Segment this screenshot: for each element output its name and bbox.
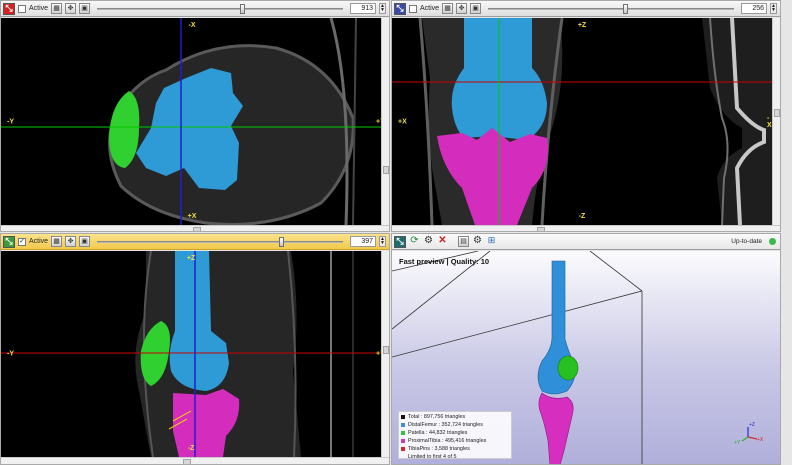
sagittal-view-pane: ⤡ ✓ Active ▦ ✥ ▣ 397 ▲▼ +Z -Z -Y +Y [0, 233, 390, 465]
active-checkbox[interactable]: ✓ [18, 237, 26, 246]
slice-number-input[interactable]: 397 [350, 236, 376, 247]
axis-label-top: +Z [186, 255, 196, 262]
render-settings-icon[interactable]: ⚙ [472, 236, 483, 247]
horizontal-scrollbar[interactable] [392, 225, 780, 231]
mesh-icon[interactable]: ⊞ [486, 236, 497, 247]
slice-spinner[interactable]: ▲ ▼ [379, 236, 386, 247]
slice-slider-thumb[interactable] [239, 3, 245, 14]
preview-title: Fast preview | Quality: 10 [399, 257, 489, 266]
sagittal-toolbar: ⤡ ✓ Active ▦ ✥ ▣ 397 ▲ ▼ [1, 234, 389, 250]
active-label: Active [29, 5, 49, 12]
axial-view-pane: ⤡ Active ▦ ✥ ▣ 913 ▲▼ -X +X -Y +Y [0, 0, 390, 232]
orientation-axes-icon: +Z +X +Y [734, 422, 764, 446]
legend-swatch [401, 423, 405, 427]
snapshot-icon[interactable]: ▤ [458, 236, 469, 247]
vertical-scrollbar[interactable] [381, 251, 389, 457]
axis-label-bottom: -Z [187, 445, 195, 452]
legend-item-total: Total : 897,756 triangles [401, 413, 509, 421]
axis-label-bottom: -Z [578, 213, 586, 220]
scroll-thumb[interactable] [383, 346, 389, 354]
legend-swatch [401, 439, 405, 443]
axis-label-left: +X [398, 118, 407, 126]
horizontal-scrollbar[interactable] [1, 225, 389, 231]
coronal-toolbar: ⤡ Active ▦ ✥ ▣ 256 ▲ ▼ [392, 1, 780, 17]
axis-label-top: +Z [577, 22, 587, 29]
crosshair-toggle-icon[interactable]: ✥ [456, 3, 468, 14]
legend-item-distal-femur: DistalFemur : 352,724 triangles [401, 421, 509, 429]
slice-slider[interactable] [97, 3, 343, 14]
vertical-scrollbar[interactable] [772, 18, 780, 225]
axial-image-viewport[interactable]: -X +X -Y +Y [1, 17, 385, 226]
axis-label-bottom: +X [187, 213, 197, 220]
axial-toolbar: ⤡ Active ▦ ✥ ▣ 913 ▲ ▼ [1, 1, 389, 17]
legend-swatch [401, 431, 405, 435]
axis-y-label: +Y [734, 440, 741, 446]
axis-label-top: -X [188, 22, 196, 29]
legend-item-tibia-pins: TibiaPins : 3,588 triangles [401, 445, 509, 453]
mesh-legend: Total : 897,756 triangles DistalFemur : … [398, 411, 512, 460]
active-label: Active [420, 5, 440, 12]
scroll-thumb[interactable] [537, 227, 545, 231]
coronal-image-viewport[interactable]: +Z -Z +X -X [392, 17, 772, 226]
slice-slider-thumb[interactable] [623, 3, 629, 14]
legend-item-proximal-tibia: ProximalTibia : 495,416 triangles [401, 437, 509, 445]
slice-slider-thumb[interactable] [279, 236, 285, 247]
view-option-icon[interactable]: ▦ [442, 3, 454, 14]
legend-swatch [401, 415, 405, 419]
legend-swatch [401, 447, 405, 451]
slice-spinner[interactable]: ▲ ▼ [770, 3, 777, 14]
maximize-icon[interactable]: ⤡ [3, 2, 15, 15]
layout-icon[interactable]: ▣ [79, 236, 91, 247]
scroll-thumb[interactable] [383, 166, 389, 174]
slice-spinner[interactable]: ▲ ▼ [379, 3, 386, 14]
scroll-thumb[interactable] [193, 227, 201, 231]
scroll-thumb[interactable] [774, 109, 780, 117]
axial-slice-image [1, 17, 381, 226]
maximize-icon[interactable]: ⤡ [394, 2, 406, 15]
slice-slider[interactable] [97, 236, 343, 247]
axis-label-left: -Y [7, 118, 14, 126]
layout-icon[interactable]: ▣ [470, 3, 482, 14]
view-option-icon[interactable]: ▦ [51, 3, 63, 14]
slice-number-input[interactable]: 913 [350, 3, 376, 14]
crosshair-toggle-icon[interactable]: ✥ [65, 236, 77, 247]
view-option-icon[interactable]: ▦ [51, 236, 63, 247]
close-icon[interactable]: ✕ [437, 236, 448, 247]
crosshair-toggle-icon[interactable]: ✥ [65, 3, 77, 14]
refresh-icon[interactable]: ⟳ [409, 236, 420, 247]
axis-x-label: +X [757, 437, 764, 443]
settings-icon[interactable]: ⚙ [423, 236, 434, 247]
fit-icon[interactable]: ⤡ [394, 235, 406, 248]
preview-toolbar: ⤡ ⟳ ⚙ ✕ ▤ ⚙ ⊞ Up-to-date [392, 234, 780, 250]
layout-icon[interactable]: ▣ [79, 3, 91, 14]
status-text: Up-to-date [731, 238, 762, 245]
vertical-scrollbar[interactable] [381, 18, 389, 225]
coronal-slice-image [392, 17, 772, 226]
legend-item-patella: Patella : 44,832 triangles [401, 429, 509, 437]
axis-z-label: +Z [749, 422, 755, 428]
active-checkbox[interactable] [18, 4, 26, 13]
slice-slider[interactable] [488, 3, 734, 14]
status-indicator-icon [769, 238, 776, 245]
tibia-mesh [538, 392, 574, 464]
axis-label-left: -Y [7, 350, 14, 358]
active-checkbox[interactable] [409, 4, 417, 13]
slice-number-input[interactable]: 256 [741, 3, 767, 14]
active-label: Active [29, 238, 49, 245]
legend-note: Limited to first 4 of 5 [408, 454, 457, 460]
horizontal-scrollbar[interactable] [1, 457, 389, 464]
scroll-thumb[interactable] [183, 459, 191, 464]
sagittal-slice-image [1, 250, 381, 458]
coronal-view-pane: ⤡ Active ▦ ✥ ▣ 256 ▲ ▼ +Z -Z +X -X [391, 0, 781, 232]
maximize-icon[interactable]: ⤡ [3, 235, 15, 248]
sagittal-image-viewport[interactable]: +Z -Z -Y +Y [1, 250, 385, 458]
patella-mesh [557, 355, 579, 381]
